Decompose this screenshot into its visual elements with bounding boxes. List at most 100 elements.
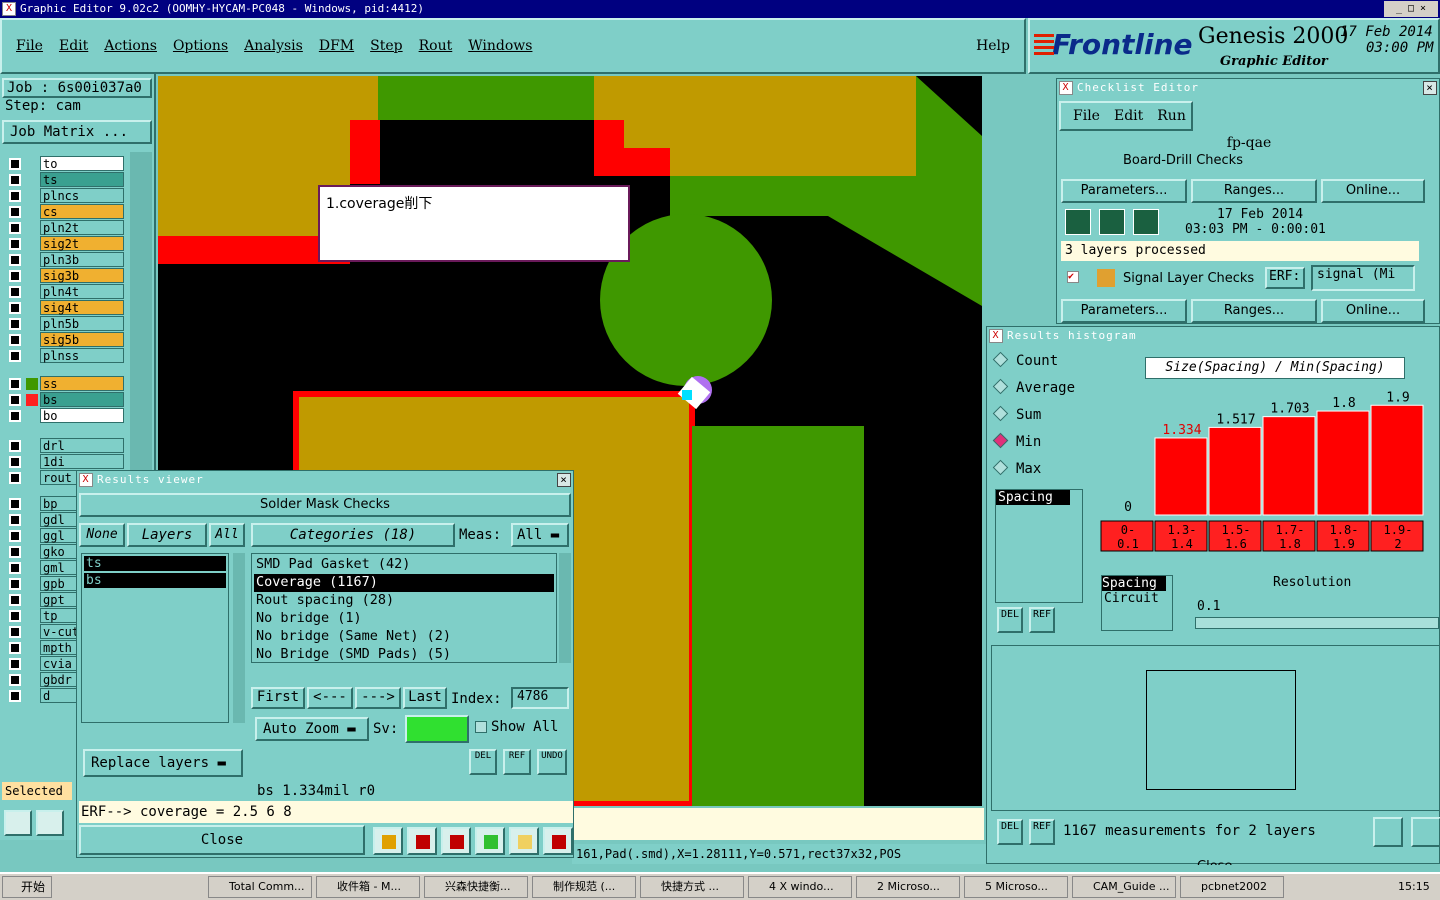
menu-windows[interactable]: Windows xyxy=(468,38,532,54)
preview-ref-button[interactable]: REF xyxy=(1029,819,1055,845)
histogram-close-button[interactable]: Close xyxy=(1197,859,1232,865)
histogram-ref-button[interactable]: REF xyxy=(1029,607,1055,633)
tool-button-1[interactable] xyxy=(4,810,32,836)
layer-row[interactable]: bs xyxy=(6,392,124,408)
last-button[interactable]: Last xyxy=(403,687,447,709)
result-category-item[interactable]: No bridge (Same Net) (2) xyxy=(254,628,554,646)
layer-row[interactable]: drl xyxy=(6,438,124,454)
result-category-item[interactable]: Coverage (1167) xyxy=(254,574,554,592)
taskbar-item[interactable]: 4 X windo... xyxy=(748,876,852,898)
histogram-bar[interactable] xyxy=(1316,410,1370,516)
ranges-button-1[interactable]: Ranges... xyxy=(1191,179,1317,203)
histogram-tool-2[interactable] xyxy=(1411,817,1440,847)
layer-checkbox[interactable] xyxy=(9,674,21,686)
histogram-tool-1[interactable] xyxy=(1373,817,1403,847)
layer-checkbox[interactable] xyxy=(9,254,21,266)
layer-row[interactable]: 1di xyxy=(6,454,124,470)
result-tool-button[interactable] xyxy=(543,827,573,855)
menu-options[interactable]: Options xyxy=(173,38,228,54)
result-category-item[interactable]: Rout spacing (28) xyxy=(254,592,554,610)
replace-layers-select[interactable]: Replace layers ▬ xyxy=(83,749,243,777)
window-controls[interactable]: _ □ × xyxy=(1384,1,1438,17)
taskbar-item[interactable]: 5 Microso... xyxy=(964,876,1068,898)
radio-icon[interactable] xyxy=(992,405,1009,422)
erf-value[interactable]: signal (Mi xyxy=(1311,265,1415,291)
taskbar-item[interactable]: 2 Microso... xyxy=(856,876,960,898)
menu-dfm[interactable]: DFM xyxy=(319,38,354,54)
radio-icon[interactable] xyxy=(992,351,1009,368)
layer-checkbox[interactable] xyxy=(9,578,21,590)
taskbar-item[interactable]: pcbnet2002 xyxy=(1180,876,1284,898)
mode-min[interactable]: Min xyxy=(992,432,1089,461)
run-icon-3[interactable] xyxy=(1133,209,1159,235)
layer-checkbox[interactable] xyxy=(9,610,21,622)
layer-row[interactable]: sig3b xyxy=(6,268,124,284)
result-layer-item[interactable]: ts xyxy=(84,556,226,571)
menu-analysis[interactable]: Analysis xyxy=(244,38,303,54)
layer-row[interactable]: cs xyxy=(6,204,124,220)
taskbar-item[interactable]: CAM_Guide ... xyxy=(1072,876,1176,898)
layer-row[interactable]: plnss xyxy=(6,348,124,364)
layer-checkbox[interactable] xyxy=(9,410,21,422)
result-layer-item[interactable]: bs xyxy=(84,573,226,588)
ranges-button-2[interactable]: Ranges... xyxy=(1191,299,1317,323)
results-layer-scrollbar[interactable] xyxy=(233,553,245,723)
checklist-menu-file[interactable]: File xyxy=(1073,108,1100,124)
layer-row[interactable]: ts xyxy=(6,172,124,188)
layer-checkbox[interactable] xyxy=(9,334,21,346)
layer-checkbox[interactable] xyxy=(9,206,21,218)
layer-checkbox[interactable] xyxy=(9,642,21,654)
layer-checkbox[interactable] xyxy=(9,530,21,542)
layer-checkbox[interactable] xyxy=(9,270,21,282)
checklist-row-1[interactable]: Board-Drill Checks xyxy=(1063,153,1415,169)
result-tool-button[interactable] xyxy=(509,827,539,855)
layer-checkbox[interactable] xyxy=(9,546,21,558)
layer-row[interactable]: pln3b xyxy=(6,252,124,268)
result-tool-button[interactable] xyxy=(373,827,403,855)
layer-checkbox[interactable] xyxy=(9,472,21,484)
layer-checkbox[interactable] xyxy=(9,158,21,170)
parameters-button-2[interactable]: Parameters... xyxy=(1061,299,1187,323)
results-category-scrollbar[interactable] xyxy=(559,553,571,663)
result-category-item[interactable]: SMD Pad Gasket (42) xyxy=(254,556,554,574)
checklist-menu-run[interactable]: Run xyxy=(1157,108,1186,124)
results-category-list[interactable]: SMD Pad Gasket (42) Coverage (1167) Rout s… xyxy=(251,553,557,663)
histogram-list-2-item-2[interactable]: Circuit xyxy=(1102,591,1172,606)
first-button[interactable]: First xyxy=(251,687,305,709)
preview-del-button[interactable]: DEL xyxy=(997,819,1023,845)
layer-row[interactable]: sig2t xyxy=(6,236,124,252)
result-category-item[interactable]: No Bridge (SMD Pads) (5) xyxy=(254,646,554,664)
layer-checkbox[interactable] xyxy=(9,394,21,406)
layer-row[interactable]: pln4t xyxy=(6,284,124,300)
sv-color-select[interactable] xyxy=(405,715,469,743)
layer-checkbox[interactable] xyxy=(9,350,21,362)
layer-checkbox[interactable] xyxy=(9,190,21,202)
mode-max[interactable]: Max xyxy=(992,459,1089,488)
radio-icon[interactable] xyxy=(992,378,1009,395)
layer-checkbox[interactable] xyxy=(9,440,21,452)
mode-sum[interactable]: Sum xyxy=(992,405,1089,434)
layer-checkbox[interactable] xyxy=(9,562,21,574)
taskbar-item[interactable]: Total Comm... xyxy=(208,876,312,898)
histogram-del-button[interactable]: DEL xyxy=(997,607,1023,633)
help-menu[interactable]: Help xyxy=(976,20,1010,72)
parameters-button-1[interactable]: Parameters... xyxy=(1061,179,1187,203)
taskbar-item[interactable]: 制作规范 (... xyxy=(532,876,636,898)
show-all-checkbox[interactable] xyxy=(475,721,487,733)
mode-count[interactable]: Count xyxy=(992,351,1089,380)
radio-icon[interactable] xyxy=(992,459,1009,476)
run-icon-1[interactable] xyxy=(1065,209,1091,235)
histogram-list-2-item-1[interactable]: Spacing xyxy=(1102,576,1166,591)
histogram-list-2[interactable]: Spacing Circuit xyxy=(1101,575,1173,631)
start-button[interactable]: 开始 xyxy=(2,876,52,898)
mode-average[interactable]: Average xyxy=(992,378,1089,407)
taskbar-item[interactable]: 收件箱 - M... xyxy=(316,876,420,898)
layer-checkbox[interactable] xyxy=(9,286,21,298)
layer-row[interactable]: plncs xyxy=(6,188,124,204)
none-button[interactable]: None xyxy=(79,523,125,547)
layer-row[interactable]: pln5b xyxy=(6,316,124,332)
menu-items[interactable]: File Edit Actions Options Analysis DFM Step Rou… xyxy=(16,38,548,54)
checklist-menubar[interactable]: File Edit Run xyxy=(1059,101,1193,131)
layer-row[interactable]: bo xyxy=(6,408,124,424)
results-layer-list[interactable]: ts bs xyxy=(81,553,229,723)
